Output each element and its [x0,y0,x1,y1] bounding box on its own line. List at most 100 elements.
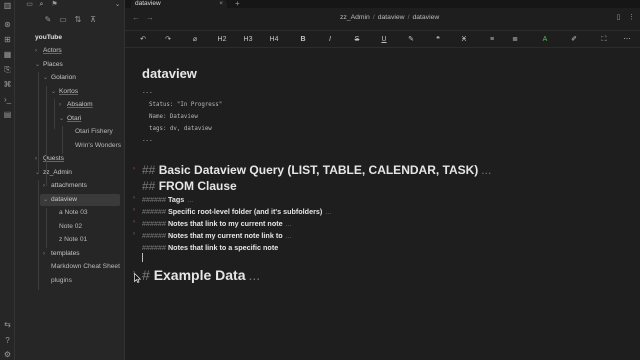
terminal-icon[interactable]: ›_ [3,95,12,104]
underline-button[interactable]: U [379,34,389,46]
chevron-down-icon[interactable]: ⌄ [43,72,51,84]
heading-line[interactable]: ###### Notes that link to my current not… [142,219,292,228]
chevron-down-icon[interactable]: ⌄ [59,113,67,125]
chevron-right-icon[interactable]: › [59,99,67,111]
more-icon[interactable]: ⋯ [622,34,632,46]
chevron-right-icon[interactable]: › [35,153,43,165]
settings-icon[interactable]: ⚙ [3,350,12,359]
file-tree-folder[interactable]: › attachments [43,180,87,192]
fold-arrow-icon[interactable]: › [133,207,135,213]
undo-icon[interactable]: ↶ [138,34,148,46]
file-tree-folder[interactable]: ⌄ Places [35,59,63,71]
fold-arrow-icon[interactable]: › [133,195,135,201]
reading-view-icon[interactable]: ▯ [614,13,623,21]
bookmarks-tab-icon[interactable]: ⚑ [50,0,59,9]
file-tree-folder[interactable]: ⌄ dataview [40,193,120,206]
templates-icon[interactable]: ⎘ [3,65,12,74]
file-tree-file[interactable]: Wrin's Wonders [67,140,121,152]
sidebar-toggle-icon[interactable]: ▥ [3,1,12,10]
file-tree-file[interactable]: Markdown Cheat Sheet [43,261,120,273]
chevron-down-icon[interactable]: ⌄ [35,59,43,71]
file-tree-folder[interactable]: › Absalom [59,99,93,111]
breadcrumb-subfolder[interactable]: dataview [378,14,405,21]
new-tab-icon[interactable]: + [235,0,240,8]
italic-button[interactable]: I [325,34,335,46]
heading-line[interactable]: ###### Notes that link to a specific not… [142,243,278,252]
help-icon[interactable]: ? [3,336,12,345]
file-tree-folder[interactable]: › Quests [35,153,64,165]
background-color-icon[interactable]: ✐ [569,34,579,46]
forward-arrow-icon[interactable]: → [146,13,154,22]
sidebar-menu-icon[interactable]: ⌄ [113,0,122,9]
folded-content-ellipsis[interactable]: ... [481,163,491,177]
heading-line[interactable]: ## FROM Clause [142,179,237,193]
quote-icon[interactable]: ❝ [433,34,443,46]
heading-2-button[interactable]: H2 [217,34,227,46]
vault-name[interactable]: youTube [35,32,62,44]
back-arrow-icon[interactable]: ← [132,13,140,22]
heading-line[interactable]: ###### Specific root-level folder (and i… [142,207,331,216]
canvas-icon[interactable]: ⊞ [3,35,12,44]
heading-line[interactable]: # Example Data... [142,267,260,283]
text-color-icon[interactable]: A [540,34,550,46]
vault-switcher-icon[interactable]: ⇆ [3,320,12,329]
chevron-down-icon[interactable]: ⌄ [35,167,43,179]
tree-item-label: Absalom [67,101,93,108]
clear-format-icon[interactable]: ⌀ [190,34,200,46]
heading-4-button[interactable]: H4 [269,34,279,46]
close-icon[interactable]: × [219,0,223,8]
fullscreen-icon[interactable]: ⛶ [599,34,609,46]
align-icon[interactable]: ≡ [487,34,497,46]
fold-arrow-icon[interactable]: › [133,219,135,225]
file-tree-folder[interactable]: ⌄ Kortos [51,86,78,98]
file-tree-file[interactable]: a Note 03 [51,207,88,219]
calendar-icon[interactable]: ▦ [3,50,12,59]
file-tree-folder[interactable]: ⌄ Golarion [43,72,76,84]
file-tree-folder[interactable]: › templates [43,248,80,260]
redo-icon[interactable]: ↷ [163,34,173,46]
folded-content-ellipsis[interactable]: ... [187,195,193,204]
code-icon[interactable]: Ӿ [459,34,469,46]
file-tree-folder[interactable]: › Actors [35,45,62,57]
chevron-right-icon[interactable]: › [43,180,51,192]
bold-button[interactable]: B [298,34,308,46]
chevron-right-icon[interactable]: › [35,45,43,57]
fold-arrow-icon[interactable]: › [133,231,135,237]
folded-content-ellipsis[interactable]: ... [249,267,261,283]
file-tree-folder[interactable]: ⌄ zz_Admin [35,167,72,179]
highlight-pen-icon[interactable]: ✎ [406,34,416,46]
collapse-all-icon[interactable]: ⊼ [88,15,98,25]
folded-content-ellipsis[interactable]: ... [286,231,292,240]
folded-content-ellipsis[interactable]: ... [325,207,331,216]
heading-line[interactable]: ###### Notes that my current note link t… [142,231,292,240]
breadcrumb-folder[interactable]: zz_Admin [340,14,370,21]
file-tree-folder[interactable]: ⌄ Otari [59,113,81,125]
more-options-icon[interactable]: ⋮ [627,13,636,21]
page-title[interactable]: dataview [142,66,197,81]
chevron-down-icon[interactable]: ⌄ [51,86,59,98]
bookmark-icon[interactable]: ▤ [3,110,12,119]
file-tree-file[interactable]: Otari Fishery [67,126,113,138]
breadcrumb-file[interactable]: dataview [412,14,439,21]
chevron-right-icon[interactable]: › [43,248,51,260]
editor[interactable]: dataview --- Status: "In Progress" Name:… [125,48,640,360]
tab-dataview[interactable]: dataview × [131,0,227,8]
files-tab-icon[interactable]: ▭ [25,0,34,9]
chevron-down-icon[interactable]: ⌄ [43,194,51,206]
heading-3-button[interactable]: H3 [243,34,253,46]
file-tree-file[interactable]: Note 02 [51,221,82,233]
search-tab-icon[interactable]: ⌕ [37,0,46,9]
strikethrough-button[interactable]: S [352,34,362,46]
list-icon[interactable]: ≣ [510,34,520,46]
folded-content-ellipsis[interactable]: ... [286,219,292,228]
new-note-icon[interactable]: ✎ [43,15,53,25]
heading-line[interactable]: ###### Tags... [142,195,193,204]
graph-view-icon[interactable]: ⊛ [3,20,12,29]
command-palette-icon[interactable]: ⌘ [3,80,12,89]
new-folder-icon[interactable]: ▭ [58,15,68,25]
sort-icon[interactable]: ⇅ [73,15,83,25]
file-tree-file[interactable]: z Note 01 [51,234,87,246]
file-tree-file[interactable]: plugins [43,275,72,287]
fold-arrow-icon[interactable]: › [133,166,135,172]
heading-line[interactable]: ## Basic Dataview Query (LIST, TABLE, CA… [142,163,491,177]
